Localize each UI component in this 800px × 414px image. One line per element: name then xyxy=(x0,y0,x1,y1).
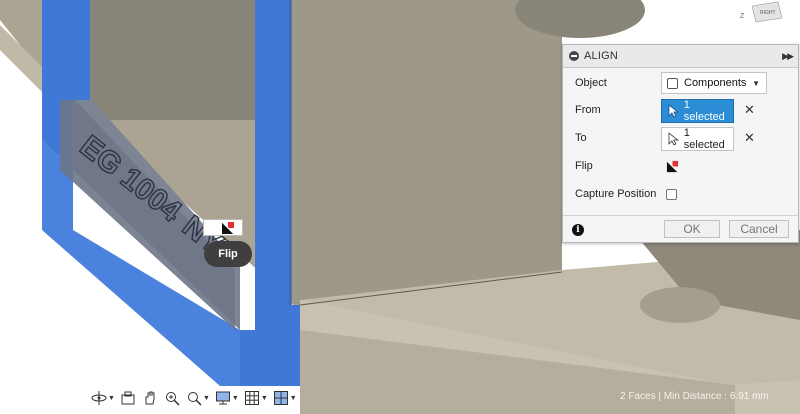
grid-icon[interactable] xyxy=(241,387,263,409)
from-label: From xyxy=(575,104,601,116)
flip-row: Flip xyxy=(563,154,798,180)
component-icon xyxy=(667,77,678,89)
view-cube-label: RIGHT xyxy=(760,10,776,16)
round-boss xyxy=(640,287,720,323)
collapse-icon[interactable] xyxy=(569,51,579,61)
to-selector[interactable]: 1 selected xyxy=(661,127,734,151)
pan-icon[interactable] xyxy=(139,387,161,409)
block-face-shadow xyxy=(90,0,255,120)
dialog-footer: i OK Cancel xyxy=(563,215,798,243)
expand-icon[interactable]: ▶▶ xyxy=(782,51,794,62)
from-selector[interactable]: 1 selected xyxy=(661,99,734,123)
navigation-toolbar: ▼ ▼ ▼ ▼ ▼ xyxy=(88,386,299,410)
info-icon[interactable]: i xyxy=(572,224,584,236)
flip-icon[interactable] xyxy=(666,160,679,173)
to-label: To xyxy=(575,132,587,144)
measure-status: 2 Faces | Min Distance : 6.91 mm xyxy=(620,391,769,402)
flip-icon xyxy=(221,221,235,235)
cancel-button[interactable]: Cancel xyxy=(729,220,789,238)
ok-button[interactable]: OK xyxy=(664,220,720,238)
from-value: 1 selected xyxy=(683,99,725,123)
flip-label: Flip xyxy=(575,160,593,172)
flip-manipulator[interactable] xyxy=(203,219,243,236)
capture-position-checkbox[interactable] xyxy=(666,189,677,200)
object-type-value: Components xyxy=(684,77,747,89)
viewports-icon[interactable] xyxy=(270,387,292,409)
look-at-icon[interactable] xyxy=(117,387,139,409)
chevron-down-icon: ▼ xyxy=(752,78,760,88)
capture-row: Capture Position xyxy=(563,182,798,208)
clear-from-button[interactable]: ✕ xyxy=(744,103,755,116)
zoom-window-icon[interactable] xyxy=(161,387,183,409)
view-cube[interactable]: RIGHT Z xyxy=(738,0,784,26)
to-value: 1 selected xyxy=(683,127,725,151)
display-settings-icon[interactable] xyxy=(212,387,234,409)
dialog-header[interactable]: ALIGN ▶▶ xyxy=(563,45,798,68)
capture-position-label: Capture Position xyxy=(575,188,657,200)
object-type-select[interactable]: Components ▼ xyxy=(661,72,767,94)
clear-to-button[interactable]: ✕ xyxy=(744,131,755,144)
select-cursor-icon xyxy=(668,132,679,146)
from-row: From 1 selected ✕ xyxy=(563,98,798,124)
orbit-icon[interactable] xyxy=(88,387,110,409)
align-dialog: ALIGN ▶▶ Object Components ▼ From 1 sele… xyxy=(562,44,799,243)
dialog-title: ALIGN xyxy=(584,50,619,62)
object-label: Object xyxy=(575,77,607,89)
zoom-icon[interactable] xyxy=(183,387,205,409)
flip-tooltip: Flip xyxy=(204,241,252,267)
object-row: Object Components ▼ xyxy=(563,71,798,97)
to-row: To 1 selected ✕ xyxy=(563,126,798,152)
view-cube-axis: Z xyxy=(740,13,745,20)
select-cursor-icon xyxy=(668,104,679,118)
block-face-right xyxy=(290,0,562,315)
